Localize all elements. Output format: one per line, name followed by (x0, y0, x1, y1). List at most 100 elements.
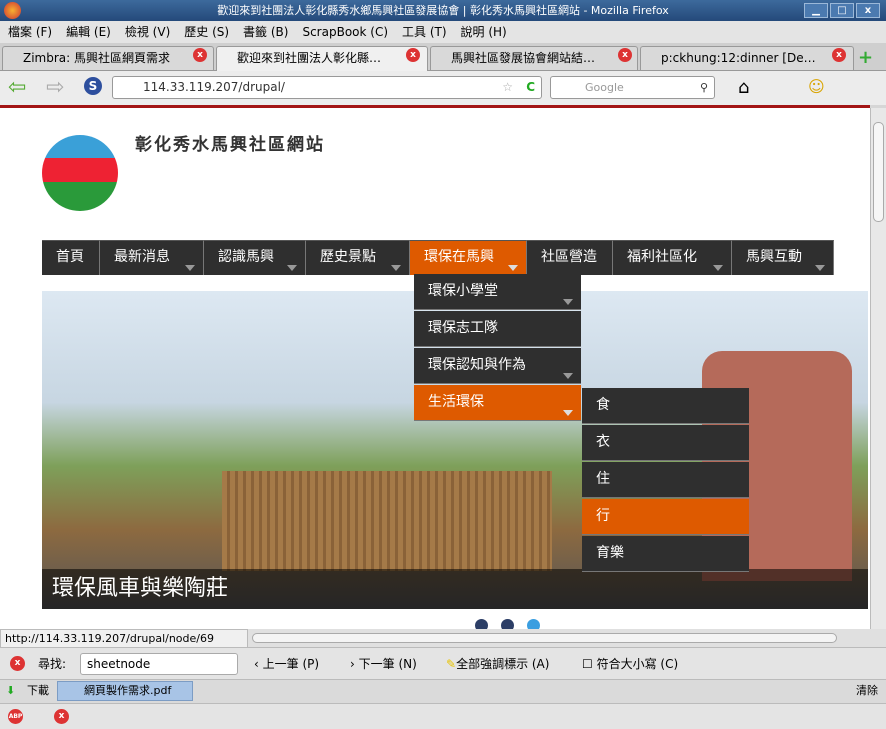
menu-view[interactable]: 檢視 (V) (125, 21, 170, 43)
slide-caption: 環保風車與樂陶莊 (42, 569, 868, 609)
nav-environment[interactable]: 環保在馬興 (410, 240, 527, 275)
find-next-button[interactable]: › 下一筆 (N) (350, 648, 417, 680)
menu-label: 環保志工隊 (428, 320, 498, 336)
submenu-item-housing[interactable]: 住 (582, 462, 749, 498)
menu-tools[interactable]: 工具 (T) (402, 21, 447, 43)
download-filename: 網頁製作需求.pdf (84, 684, 172, 697)
dropdown-item-life-env[interactable]: 生活環保 (414, 385, 581, 421)
url-text: 114.33.119.207/drupal/ (143, 80, 285, 94)
tab-close-icon[interactable]: x (832, 48, 846, 62)
back-arrow-icon[interactable]: ⇦ (8, 75, 26, 100)
scrollbar-thumb[interactable] (873, 122, 884, 222)
close-window-button[interactable]: x (856, 3, 880, 18)
clear-downloads-button[interactable]: 清除 (856, 680, 878, 702)
horizontal-scrollbar[interactable] (252, 633, 837, 643)
menu-file[interactable]: 檔案 (F) (8, 21, 52, 43)
tab-drupal[interactable]: 歡迎來到社團法人彰化縣… (216, 46, 428, 72)
tab-structure[interactable]: 馬興社區發展協會網站結… (430, 46, 638, 70)
nav-label: 環保在馬興 (424, 249, 494, 265)
dropdown-item-env-awareness[interactable]: 環保認知與作為 (414, 348, 581, 384)
nav-welfare[interactable]: 福利社區化 (613, 240, 732, 275)
nav-interaction[interactable]: 馬興互動 (732, 240, 834, 275)
binoculars-icon[interactable]: ⚲ (700, 77, 708, 98)
find-input[interactable] (80, 653, 238, 675)
menu-label: 育樂 (596, 545, 624, 561)
dropdown-item-env-school[interactable]: 環保小學堂 (414, 274, 581, 310)
smiley-icon[interactable]: ☺ (808, 77, 825, 96)
download-icon: ⬇ (6, 684, 16, 697)
nav-label: 首頁 (56, 249, 84, 265)
menu-bookmarks[interactable]: 書籤 (B) (243, 21, 288, 43)
page-content: 彰化秀水馬興社區網站 首頁 最新消息 認識馬興 歷史景點 環保在馬興 社區營造 … (0, 105, 870, 629)
highlighter-icon: ✎ (446, 657, 457, 671)
highlight-all-button[interactable]: ✎全部強調標示 (A) (446, 648, 549, 680)
match-case-label: 符合大小寫 (C) (596, 657, 679, 671)
menu-label: 住 (596, 471, 610, 487)
tab-dinner[interactable]: p:ckhung:12:dinner [De… (640, 46, 854, 70)
nav-community-building[interactable]: 社區營造 (527, 240, 613, 275)
find-next-label: 下一筆 (N) (358, 657, 417, 671)
new-tab-plus-icon[interactable]: + (858, 47, 873, 68)
menu-history[interactable]: 歷史 (S) (184, 21, 229, 43)
search-input[interactable]: Google ⚲ (550, 76, 715, 99)
tab-label: Zimbra: 馬興社區網頁需求 (23, 51, 171, 65)
tab-close-icon[interactable]: x (193, 48, 207, 62)
search-placeholder: Google (585, 81, 624, 94)
match-case-checkbox[interactable]: ☐ 符合大小寫 (C) (582, 648, 678, 680)
slide-dot-2[interactable] (501, 619, 514, 629)
download-item[interactable]: 網頁製作需求.pdf (57, 681, 193, 701)
nav-about[interactable]: 認識馬興 (204, 240, 306, 275)
submenu-item-transport[interactable]: 行 (582, 499, 749, 535)
forward-arrow-icon[interactable]: ⇨ (46, 75, 64, 100)
adblock-icon[interactable]: ABP (8, 709, 23, 724)
tab-bar: Zimbra: 馬興社區網頁需求 x 歡迎來到社團法人彰化縣… x 馬興社區發展… (0, 43, 886, 72)
menu-label: 食 (596, 397, 610, 413)
menu-help[interactable]: 說明 (H) (461, 21, 507, 43)
firefox-icon (4, 2, 21, 19)
dropdown-item-env-volunteers[interactable]: 環保志工隊 (414, 311, 581, 347)
fence-shape (222, 471, 552, 571)
submenu-item-clothing[interactable]: 衣 (582, 425, 749, 461)
nav-label: 福利社區化 (627, 249, 697, 265)
dropdown-arrow-icon (391, 265, 401, 271)
menu-label: 環保認知與作為 (428, 357, 526, 373)
status-url: http://114.33.119.207/drupal/node/69 (0, 629, 248, 649)
s-addon-icon[interactable]: S (84, 77, 102, 95)
nav-home[interactable]: 首頁 (42, 240, 100, 275)
tab-label: p:ckhung:12:dinner [De… (661, 51, 816, 65)
dropdown-arrow-icon (563, 299, 573, 305)
reload-icon[interactable]: C (526, 77, 535, 98)
nav-news[interactable]: 最新消息 (100, 240, 204, 275)
highlight-all-label: 全部強調標示 (A) (456, 657, 550, 671)
status-bar: http://114.33.119.207/drupal/node/69 (0, 629, 886, 649)
vertical-scrollbar[interactable] (870, 108, 886, 629)
menu-edit[interactable]: 編輯 (E) (66, 21, 111, 43)
nav-history-sites[interactable]: 歷史景點 (306, 240, 410, 275)
tab-zimbra[interactable]: Zimbra: 馬興社區網頁需求 (2, 46, 214, 70)
bookmark-star-icon[interactable]: ☆ (502, 77, 513, 98)
dropdown-arrow-icon (185, 265, 195, 271)
dropdown-arrow-icon (563, 373, 573, 379)
addon-bar: ABP x (0, 703, 886, 729)
stop-icon[interactable]: x (54, 709, 69, 724)
submenu-item-food[interactable]: 食 (582, 388, 749, 424)
tab-close-icon[interactable]: x (406, 48, 420, 62)
dropdown-arrow-icon (815, 265, 825, 271)
nav-label: 歷史景點 (320, 249, 376, 265)
url-input[interactable]: 114.33.119.207/drupal/ ☆ C (112, 76, 542, 99)
minimize-button[interactable]: ▁ (804, 3, 828, 18)
dropdown-arrow-icon (713, 265, 723, 271)
find-previous-label: 上一筆 (P) (262, 657, 320, 671)
menu-scrapbook[interactable]: ScrapBook (C) (302, 21, 388, 43)
home-icon[interactable]: ⌂ (738, 77, 749, 98)
menu-label: 行 (596, 508, 610, 524)
maximize-button[interactable]: □ (830, 3, 854, 18)
tab-close-icon[interactable]: x (618, 48, 632, 62)
slide-dot-3-active[interactable] (527, 619, 540, 629)
slide-dot-1[interactable] (475, 619, 488, 629)
close-findbar-icon[interactable]: x (10, 656, 25, 671)
submenu-item-recreation[interactable]: 育樂 (582, 536, 749, 572)
find-previous-button[interactable]: ‹ 上一筆 (P) (254, 648, 319, 680)
dropdown-arrow-icon (287, 265, 297, 271)
menu-label: 環保小學堂 (428, 283, 498, 299)
